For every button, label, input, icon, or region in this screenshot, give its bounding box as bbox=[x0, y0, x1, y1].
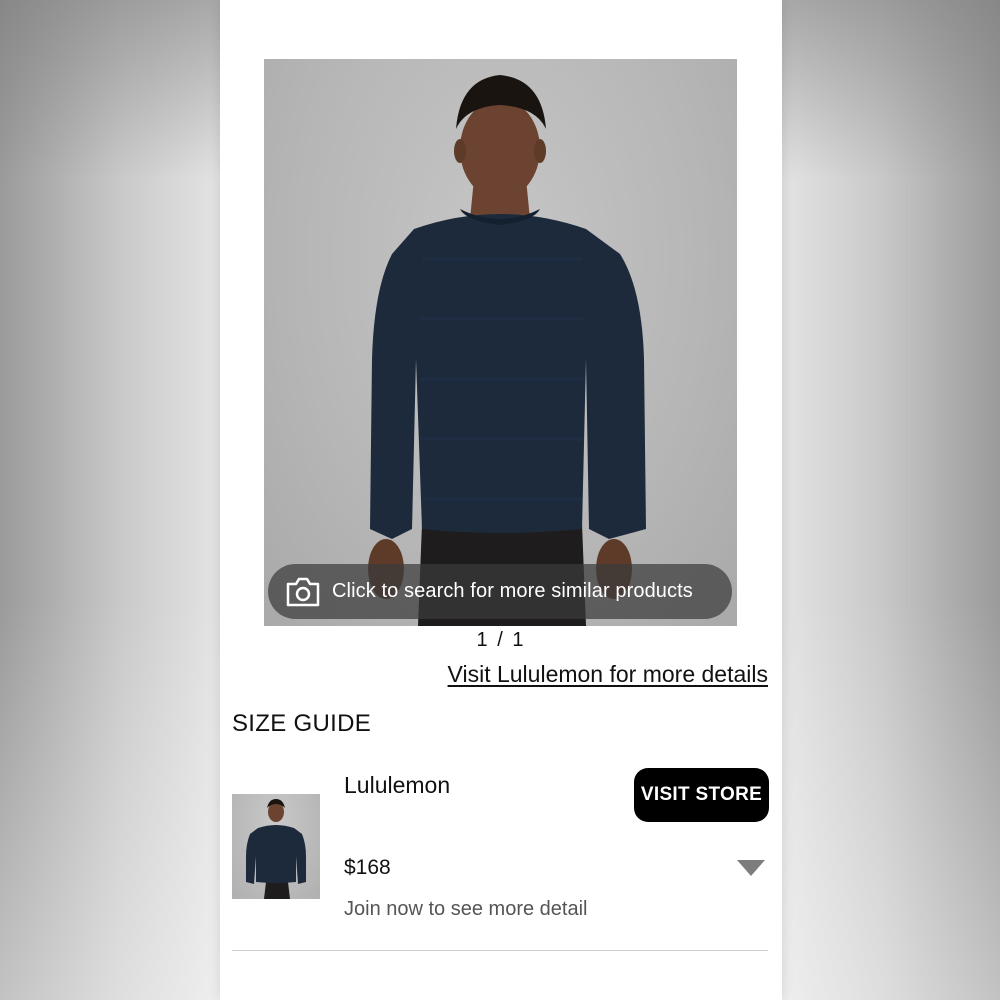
visual-search-button[interactable]: Click to search for more similar product… bbox=[268, 564, 732, 619]
product-thumbnail bbox=[232, 794, 320, 899]
divider bbox=[232, 950, 768, 951]
visual-search-label: Click to search for more similar product… bbox=[332, 580, 693, 602]
visit-store-button[interactable]: VISIT STORE bbox=[634, 768, 769, 822]
product-image[interactable]: Click to search for more similar product… bbox=[264, 59, 737, 626]
product-screen: Click to search for more similar product… bbox=[220, 0, 782, 1000]
product-photo bbox=[368, 75, 646, 626]
price: $168 bbox=[344, 856, 391, 879]
brand-name: Lululemon bbox=[344, 772, 451, 798]
camera-icon bbox=[284, 576, 322, 608]
image-pager: 1 / 1 bbox=[476, 629, 526, 651]
join-prompt: Join now to see more detail bbox=[344, 898, 588, 920]
visit-brand-link[interactable]: Visit Lululemon for more details bbox=[448, 661, 768, 688]
caret-down-icon[interactable] bbox=[736, 858, 766, 878]
size-guide-heading[interactable]: SIZE GUIDE bbox=[232, 710, 371, 738]
